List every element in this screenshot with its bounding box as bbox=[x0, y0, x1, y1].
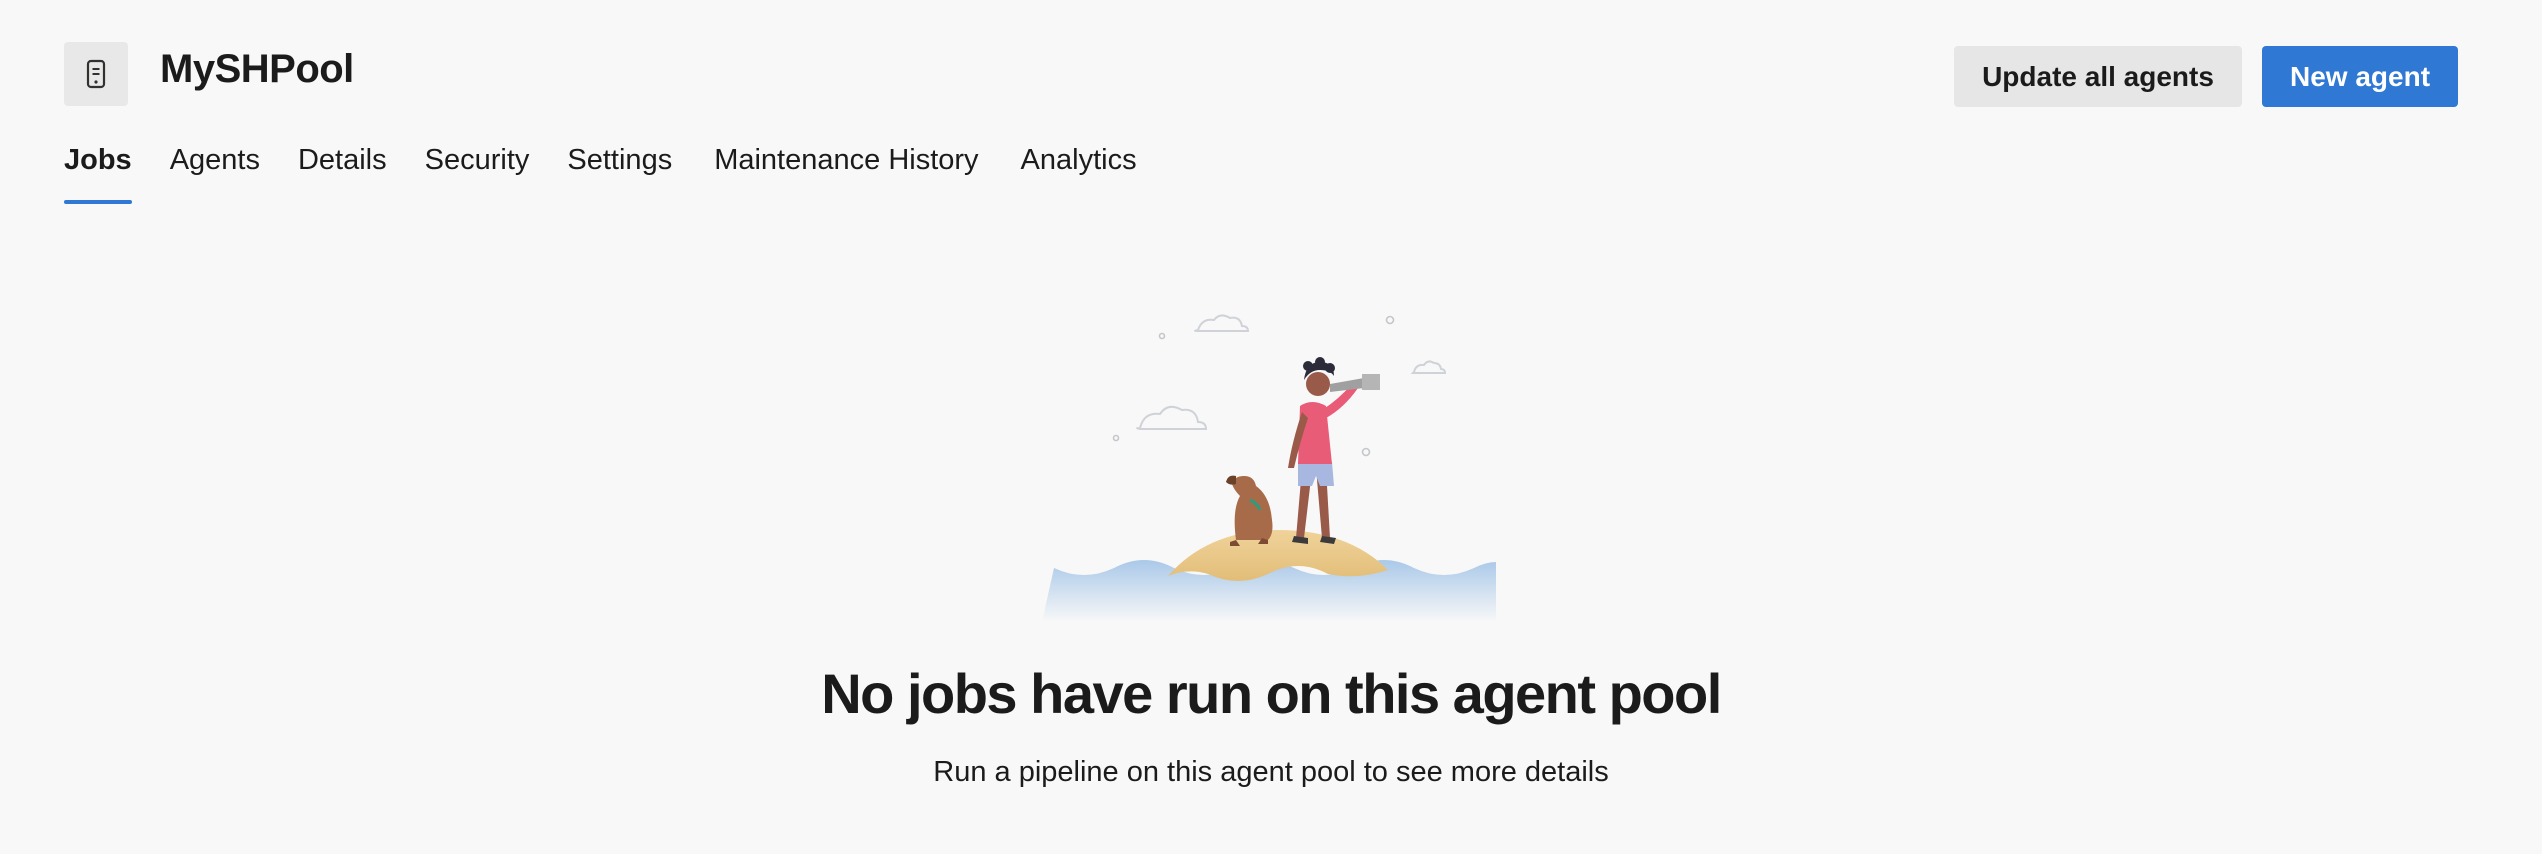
person-with-telescope-figure bbox=[1288, 357, 1380, 544]
tab-settings[interactable]: Settings bbox=[567, 136, 672, 184]
phone-agent-icon bbox=[64, 42, 128, 106]
tab-maintenance-history[interactable]: Maintenance History bbox=[714, 136, 978, 184]
tab-jobs[interactable]: Jobs bbox=[64, 136, 132, 204]
tab-details[interactable]: Details bbox=[298, 136, 387, 184]
tab-analytics[interactable]: Analytics bbox=[1021, 136, 1137, 184]
new-agent-button[interactable]: New agent bbox=[2262, 46, 2458, 107]
update-all-agents-button[interactable]: Update all agents bbox=[1954, 46, 2242, 107]
page-title: MySHPool bbox=[160, 47, 354, 91]
dog-figure bbox=[1226, 475, 1273, 546]
empty-state-title: No jobs have run on this agent pool bbox=[821, 662, 1722, 725]
tab-security[interactable]: Security bbox=[425, 136, 530, 184]
cloud-icon bbox=[1136, 314, 1447, 430]
tab-bar: Jobs Agents Details Security Settings Ma… bbox=[64, 136, 1175, 208]
empty-state-subtitle: Run a pipeline on this agent pool to see… bbox=[933, 756, 1609, 788]
empty-state-illustration bbox=[1040, 300, 1500, 622]
tab-agents[interactable]: Agents bbox=[170, 136, 260, 184]
agent-pool-page: MySHPool Update all agents New agent Job… bbox=[0, 0, 2542, 854]
